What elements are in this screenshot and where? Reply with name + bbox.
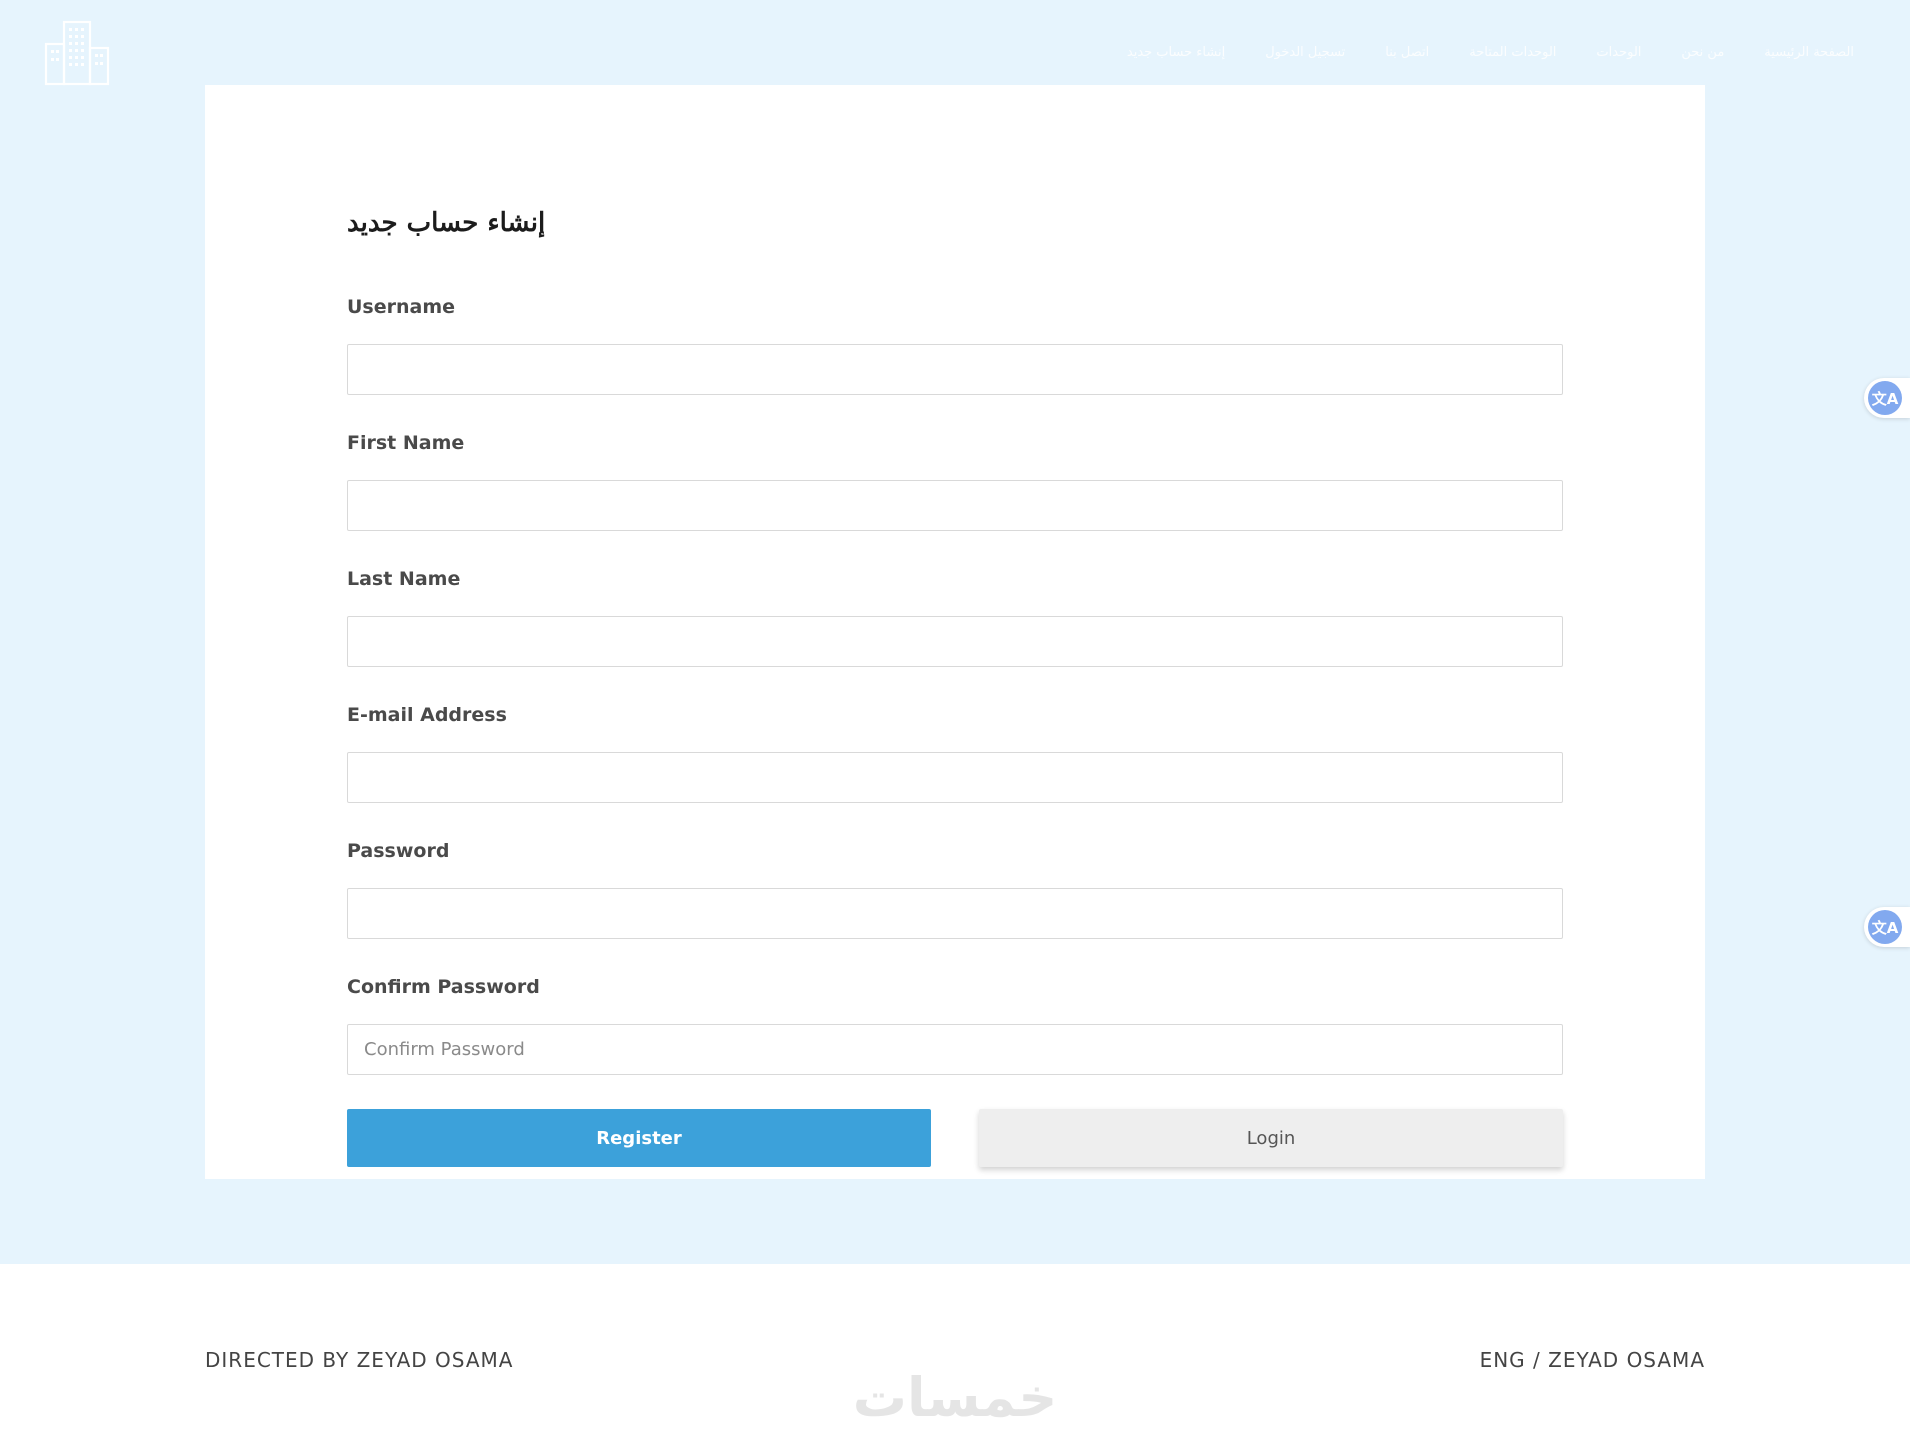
- khamsat-watermark: خمسات: [852, 1366, 1058, 1429]
- confirm-password-field: Confirm Password: [347, 973, 1563, 1075]
- main-nav: الصفحة الرئيسية من نحن الوحدات الوحدات ا…: [1127, 40, 1854, 64]
- last-name-input[interactable]: [347, 616, 1563, 667]
- username-input[interactable]: [347, 344, 1563, 395]
- password-input[interactable]: [347, 888, 1563, 939]
- nav-item-home[interactable]: الصفحة الرئيسية: [1764, 45, 1854, 60]
- translate-icon: 文A: [1868, 381, 1902, 415]
- email-input[interactable]: [347, 752, 1563, 803]
- login-button[interactable]: Login: [979, 1109, 1563, 1167]
- nav-item-register[interactable]: إنشاء حساب جديد: [1127, 45, 1225, 60]
- nav-item-units[interactable]: الوحدات: [1596, 45, 1641, 60]
- register-card: إنشاء حساب جديد Username First Name Last…: [205, 85, 1705, 1179]
- first-name-label: First Name: [347, 432, 465, 454]
- password-field: Password: [347, 837, 1563, 939]
- confirm-password-input[interactable]: [347, 1024, 1563, 1075]
- register-button[interactable]: Register: [347, 1109, 931, 1167]
- nav-item-contact[interactable]: اتصل بنا: [1385, 45, 1429, 60]
- nav-item-available-units[interactable]: الوحدات المتاحة: [1469, 45, 1556, 60]
- form-title: إنشاء حساب جديد: [347, 208, 546, 238]
- translate-icon: 文A: [1868, 910, 1902, 944]
- translate-widget-bottom[interactable]: 文A: [1864, 907, 1910, 947]
- form-actions: Register Login: [347, 1109, 1563, 1167]
- password-label: Password: [347, 840, 450, 862]
- nav-item-login[interactable]: تسجيل الدخول: [1265, 45, 1345, 60]
- email-field: E-mail Address: [347, 701, 1563, 803]
- last-name-label: Last Name: [347, 568, 461, 590]
- nav-item-about[interactable]: من نحن: [1681, 45, 1724, 60]
- translate-widget-top[interactable]: 文A: [1864, 378, 1910, 418]
- username-field: Username: [347, 293, 1563, 395]
- username-label: Username: [347, 296, 456, 318]
- confirm-password-label: Confirm Password: [347, 976, 540, 998]
- building-icon[interactable]: [42, 18, 112, 88]
- footer-language-credit[interactable]: ENG / ZEYAD OSAMA: [1480, 1347, 1705, 1373]
- first-name-input[interactable]: [347, 480, 1563, 531]
- register-form: إنشاء حساب جديد Username First Name Last…: [347, 195, 1563, 1167]
- first-name-field: First Name: [347, 429, 1563, 531]
- footer-credit: DIRECTED BY ZEYAD OSAMA: [205, 1348, 514, 1372]
- email-label: E-mail Address: [347, 704, 507, 726]
- last-name-field: Last Name: [347, 565, 1563, 667]
